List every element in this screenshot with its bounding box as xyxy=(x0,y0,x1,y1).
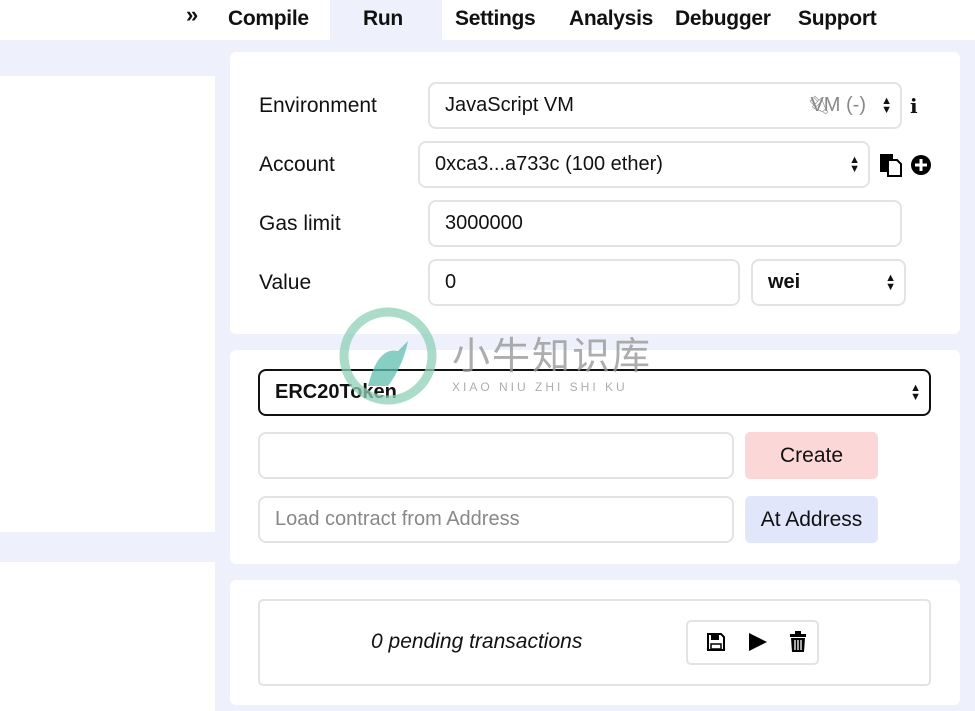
environment-label: Environment xyxy=(259,94,377,117)
environment-value: JavaScript VM xyxy=(445,94,574,116)
environment-status: VM (-) xyxy=(810,94,866,116)
trash-icon[interactable] xyxy=(789,631,807,653)
watermark-text: 小牛知识库 XIAO NIU ZHI SHI KU xyxy=(452,336,653,394)
select-arrows-icon: ▲ ▼ xyxy=(849,153,860,175)
value-amount: 0 xyxy=(445,271,457,293)
select-arrows-icon: ▲ ▼ xyxy=(910,381,921,403)
pending-transactions-text: 0 pending transactions xyxy=(371,630,583,653)
address-placeholder: Load contract from Address xyxy=(275,508,520,530)
account-value: 0xca3...a733c (100 ether) xyxy=(435,153,663,175)
save-icon[interactable] xyxy=(706,632,726,652)
gas-limit-value: 3000000 xyxy=(445,212,523,234)
at-address-button[interactable]: At Address xyxy=(745,496,878,543)
play-icon[interactable] xyxy=(748,632,768,652)
environment-select[interactable]: JavaScript VM 🔌︎ VM (-) ▲ ▼ xyxy=(428,82,902,129)
info-icon[interactable]: i xyxy=(910,94,918,118)
account-label: Account xyxy=(259,153,335,176)
tab-run[interactable]: Run xyxy=(330,0,442,40)
gas-limit-label: Gas limit xyxy=(259,212,341,235)
tab-debugger[interactable]: Debugger xyxy=(663,0,783,40)
value-unit-select[interactable]: wei ▲ ▼ xyxy=(751,259,906,306)
transactions-box xyxy=(258,599,931,686)
collapse-panel-icon[interactable]: » xyxy=(186,2,198,28)
tab-compile[interactable]: Compile xyxy=(216,0,330,40)
top-left-band xyxy=(0,40,215,76)
value-unit: wei xyxy=(768,271,801,293)
tab-settings[interactable]: Settings xyxy=(443,0,547,40)
tab-analysis[interactable]: Analysis xyxy=(557,0,665,40)
value-label: Value xyxy=(259,271,312,294)
left-divider-band xyxy=(0,532,215,562)
gas-limit-input[interactable]: 3000000 xyxy=(428,200,902,247)
constructor-args-input[interactable] xyxy=(258,432,734,479)
create-button[interactable]: Create xyxy=(745,432,878,479)
watermark-logo xyxy=(338,306,438,406)
account-select[interactable]: 0xca3...a733c (100 ether) ▲ ▼ xyxy=(418,141,870,188)
tab-support[interactable]: Support xyxy=(786,0,888,40)
copy-icon[interactable] xyxy=(879,153,903,177)
value-input[interactable]: 0 xyxy=(428,259,740,306)
contract-address-input[interactable]: Load contract from Address xyxy=(258,496,734,543)
select-arrows-icon: ▲ ▼ xyxy=(881,94,892,116)
add-account-icon[interactable] xyxy=(910,154,932,176)
select-arrows-icon: ▲ ▼ xyxy=(885,271,896,293)
